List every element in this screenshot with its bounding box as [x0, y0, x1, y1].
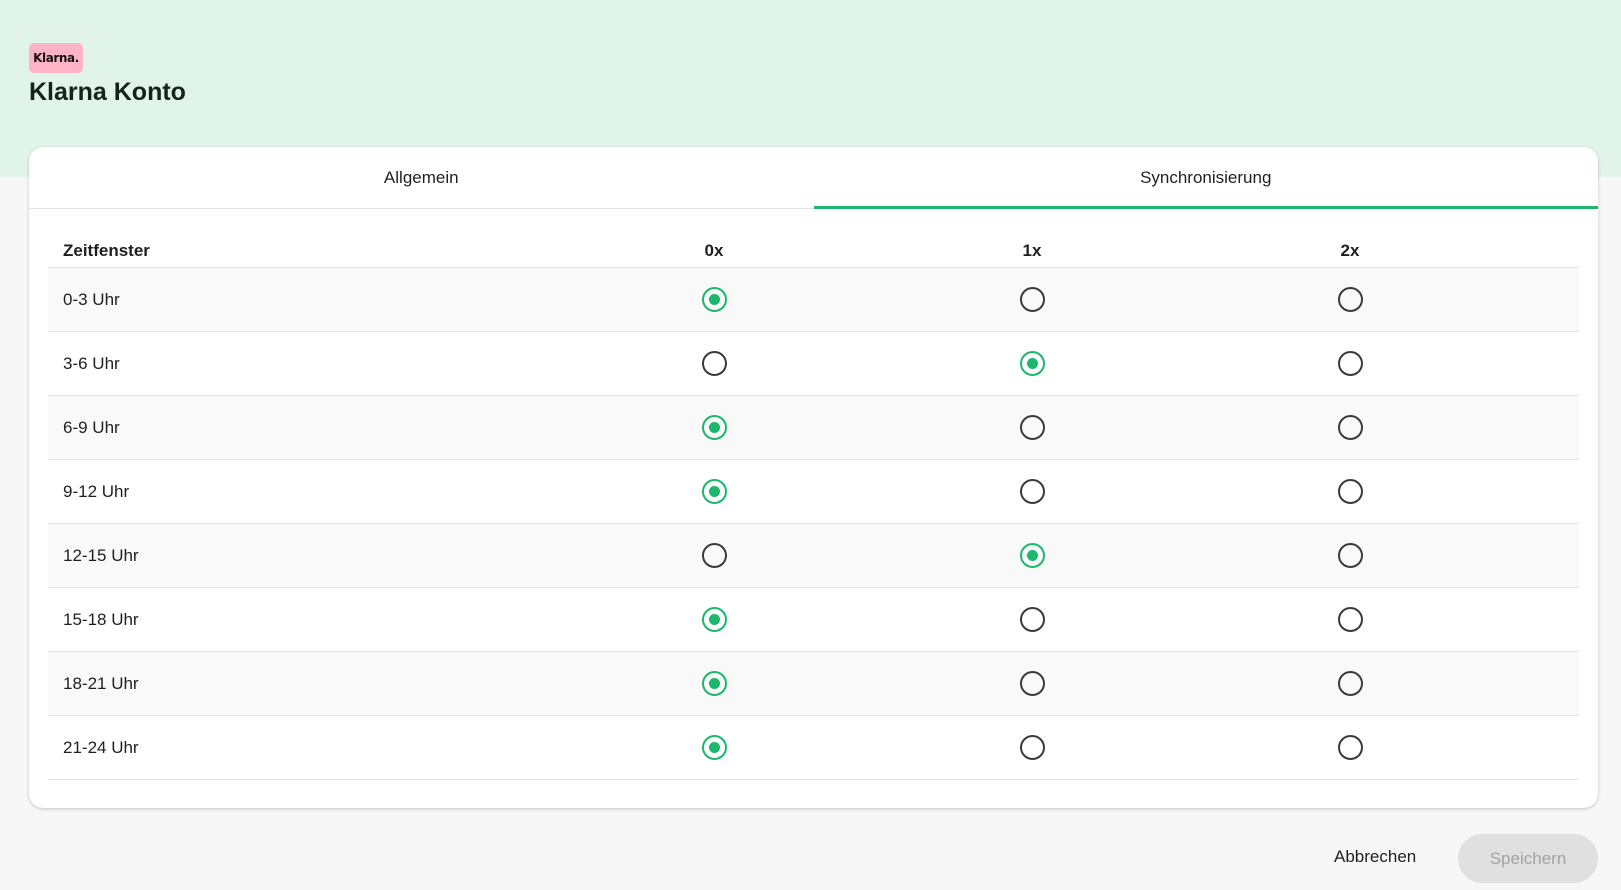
radio-cell — [1191, 543, 1509, 568]
radio-cell — [1191, 607, 1509, 632]
radio-cell — [873, 479, 1191, 504]
radio-0x-selected[interactable] — [701, 287, 727, 312]
table-row: 21-24 Uhr — [48, 716, 1579, 780]
column-header-2x: 2x — [1340, 240, 1360, 260]
tab-bar: Allgemein Synchronisierung — [29, 147, 1598, 209]
radio-cell — [1191, 415, 1509, 440]
table-header-row: Zeitfenster 0x 1x 2x — [48, 234, 1579, 268]
radio-cell — [873, 671, 1191, 696]
radio-1x[interactable] — [1019, 607, 1045, 632]
time-window-label: 9-12 Uhr — [63, 481, 130, 501]
table-row: 15-18 Uhr — [48, 588, 1579, 652]
radio-cell — [873, 543, 1191, 568]
time-window-label: 21-24 Uhr — [63, 737, 139, 757]
column-header-zeitfenster: Zeitfenster — [63, 240, 150, 260]
table-row: 6-9 Uhr — [48, 396, 1579, 460]
radio-cell — [555, 287, 873, 312]
radio-cell — [873, 287, 1191, 312]
sync-schedule-table: Zeitfenster 0x 1x 2x 0-3 Uhr 3-6 Uhr 6-9 U… — [48, 234, 1579, 780]
radio-1x[interactable] — [1019, 287, 1045, 312]
save-button[interactable]: Speichern — [1458, 834, 1598, 883]
radio-cell — [555, 607, 873, 632]
radio-1x[interactable] — [1019, 671, 1045, 696]
radio-2x[interactable] — [1337, 287, 1363, 312]
radio-cell — [1191, 351, 1509, 376]
radio-1x[interactable] — [1019, 735, 1045, 760]
radio-1x[interactable] — [1019, 415, 1045, 440]
column-header-1x: 1x — [1022, 240, 1042, 260]
radio-cell — [1191, 735, 1509, 760]
radio-0x[interactable] — [701, 351, 727, 376]
radio-cell — [1191, 287, 1509, 312]
radio-cell — [1191, 671, 1509, 696]
radio-2x[interactable] — [1337, 479, 1363, 504]
radio-cell — [555, 479, 873, 504]
radio-0x[interactable] — [701, 543, 727, 568]
radio-1x-selected[interactable] — [1019, 543, 1045, 568]
time-window-label: 15-18 Uhr — [63, 609, 139, 629]
time-window-label: 6-9 Uhr — [63, 417, 120, 437]
radio-cell — [873, 351, 1191, 376]
radio-2x[interactable] — [1337, 607, 1363, 632]
time-window-label: 0-3 Uhr — [63, 289, 120, 309]
radio-cell — [555, 735, 873, 760]
radio-2x[interactable] — [1337, 543, 1363, 568]
column-header-0x: 0x — [704, 240, 724, 260]
table-row: 0-3 Uhr — [48, 268, 1579, 332]
table-row: 12-15 Uhr — [48, 524, 1579, 588]
radio-0x-selected[interactable] — [701, 735, 727, 760]
table-body: 0-3 Uhr 3-6 Uhr 6-9 Uhr 9-12 Uhr 12-15 Uhr 15… — [48, 268, 1579, 780]
table-row: 3-6 Uhr — [48, 332, 1579, 396]
radio-cell — [1191, 479, 1509, 504]
radio-2x[interactable] — [1337, 415, 1363, 440]
radio-2x[interactable] — [1337, 735, 1363, 760]
radio-1x[interactable] — [1019, 479, 1045, 504]
radio-2x[interactable] — [1337, 351, 1363, 376]
radio-0x-selected[interactable] — [701, 671, 727, 696]
cancel-button[interactable]: Abbrechen — [1320, 832, 1430, 882]
radio-2x[interactable] — [1337, 671, 1363, 696]
time-window-label: 3-6 Uhr — [63, 353, 120, 373]
table-row: 9-12 Uhr — [48, 460, 1579, 524]
radio-0x-selected[interactable] — [701, 479, 727, 504]
settings-card: Allgemein Synchronisierung Zeitfenster 0… — [29, 147, 1598, 808]
radio-cell — [555, 415, 873, 440]
radio-cell — [555, 351, 873, 376]
radio-cell — [873, 607, 1191, 632]
tab-allgemein[interactable]: Allgemein — [29, 147, 814, 208]
time-window-label: 12-15 Uhr — [63, 545, 139, 565]
table-row: 18-21 Uhr — [48, 652, 1579, 716]
radio-0x-selected[interactable] — [701, 607, 727, 632]
radio-cell — [555, 671, 873, 696]
tab-synchronisierung[interactable]: Synchronisierung — [813, 147, 1599, 209]
radio-1x-selected[interactable] — [1019, 351, 1045, 376]
radio-cell — [873, 415, 1191, 440]
klarna-logo: Klarna. — [29, 43, 83, 73]
radio-cell — [873, 735, 1191, 760]
time-window-label: 18-21 Uhr — [63, 673, 139, 693]
radio-cell — [555, 543, 873, 568]
page-title: Klarna Konto — [29, 78, 186, 106]
radio-0x-selected[interactable] — [701, 415, 727, 440]
